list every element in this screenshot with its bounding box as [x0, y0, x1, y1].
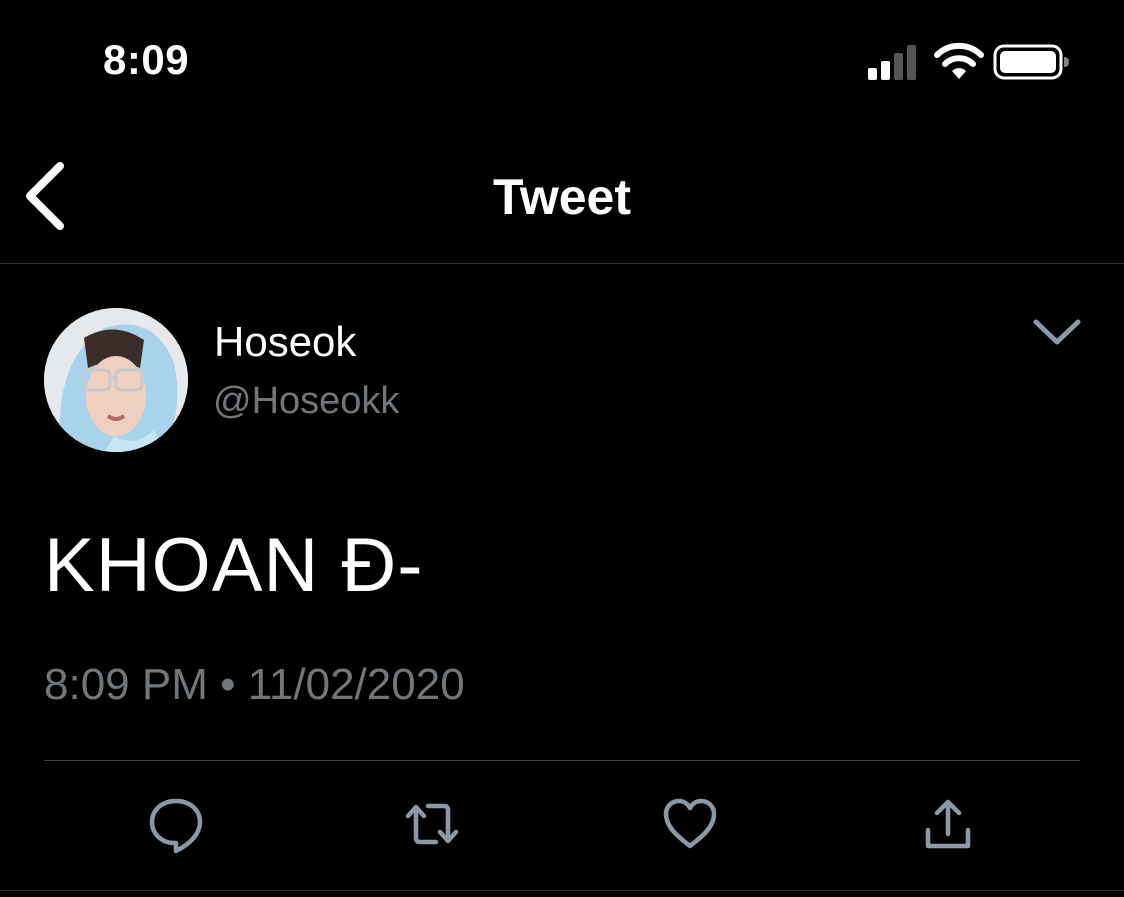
divider: [44, 760, 1080, 761]
author-display-name[interactable]: Hoseok: [214, 318, 356, 366]
avatar[interactable]: [44, 308, 188, 452]
tweet-actions: [0, 794, 1124, 864]
chevron-down-icon[interactable]: [1028, 312, 1086, 352]
retweet-icon[interactable]: [402, 794, 462, 854]
author-handle[interactable]: @Hoseokk: [213, 380, 399, 423]
reply-icon[interactable]: [146, 794, 206, 854]
signal-icon: [868, 45, 916, 80]
avatar-image: [44, 308, 188, 452]
battery-icon: [993, 44, 1069, 80]
status-time: 8:09: [103, 36, 190, 83]
tweet: Hoseok @Hoseokk KHOAN Đ- 8:09 PM • 11/02…: [0, 264, 1124, 897]
divider-bottom: [0, 890, 1124, 891]
status-icons: [860, 36, 1080, 86]
tweet-timestamp[interactable]: 8:09 PM • 11/02/2020: [44, 660, 465, 710]
nav-bar: Tweet: [0, 120, 1124, 264]
wifi-icon: [934, 42, 984, 79]
share-icon[interactable]: [918, 794, 978, 854]
status-bar: 8:09: [0, 0, 1124, 120]
page-title: Tweet: [493, 169, 631, 225]
heart-icon[interactable]: [660, 794, 720, 854]
tweet-text: KHOAN Đ-: [44, 523, 424, 608]
